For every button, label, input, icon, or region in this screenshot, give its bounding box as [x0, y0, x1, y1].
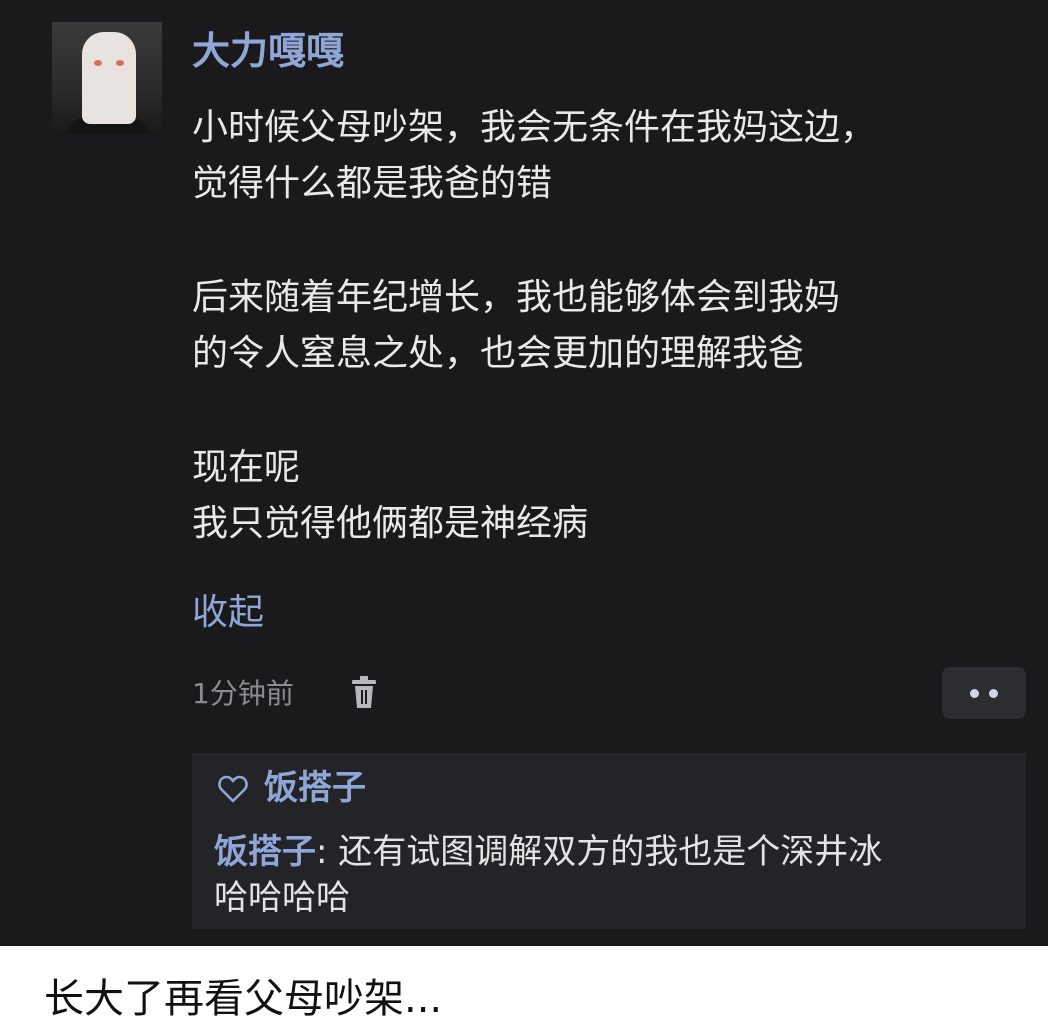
liked-by-name[interactable]: 饭搭子 — [264, 765, 366, 811]
reply-item[interactable]: 饭搭子: 还有试图调解双方的我也是个深井冰 哈哈哈哈 — [214, 829, 1014, 921]
collapse-link[interactable]: 收起 — [192, 588, 264, 638]
reply-separator: : — [316, 832, 339, 872]
comment-paragraph: 后来随着年纪增长，我也能够体会到我妈 的令人窒息之处，也会更加的理解我爸 — [192, 277, 841, 374]
caption: 长大了再看父母吵架... — [44, 976, 443, 1022]
comment-paragraph: 小时候父母吵架，我会无条件在我妈这边， 觉得什么都是我爸的错 — [192, 107, 877, 204]
timestamp: 1分钟前 — [192, 677, 294, 710]
heart-icon[interactable] — [218, 775, 248, 803]
comment-body: 小时候父母吵架，我会无条件在我妈这边， 觉得什么都是我爸的错 后来随着年纪增长，… — [192, 100, 1022, 552]
more-icon-dot — [989, 689, 998, 698]
avatar-eye-left — [94, 60, 102, 66]
comment-paragraph: 现在呢 我只觉得他俩都是神经病 — [192, 447, 589, 544]
more-button[interactable] — [942, 667, 1026, 719]
avatar-face-mask — [82, 32, 136, 124]
avatar-eye-right — [116, 60, 124, 66]
trash-icon[interactable] — [350, 676, 378, 710]
username[interactable]: 大力嘎嘎 — [192, 26, 344, 76]
reply-author[interactable]: 饭搭子 — [214, 832, 316, 872]
more-icon — [970, 689, 979, 698]
avatar[interactable] — [52, 22, 162, 134]
comment-card: 大力嘎嘎 小时候父母吵架，我会无条件在我妈这边， 觉得什么都是我爸的错 后来随着… — [0, 0, 1048, 946]
reply-box: 饭搭子 饭搭子: 还有试图调解双方的我也是个深井冰 哈哈哈哈 — [192, 753, 1026, 929]
